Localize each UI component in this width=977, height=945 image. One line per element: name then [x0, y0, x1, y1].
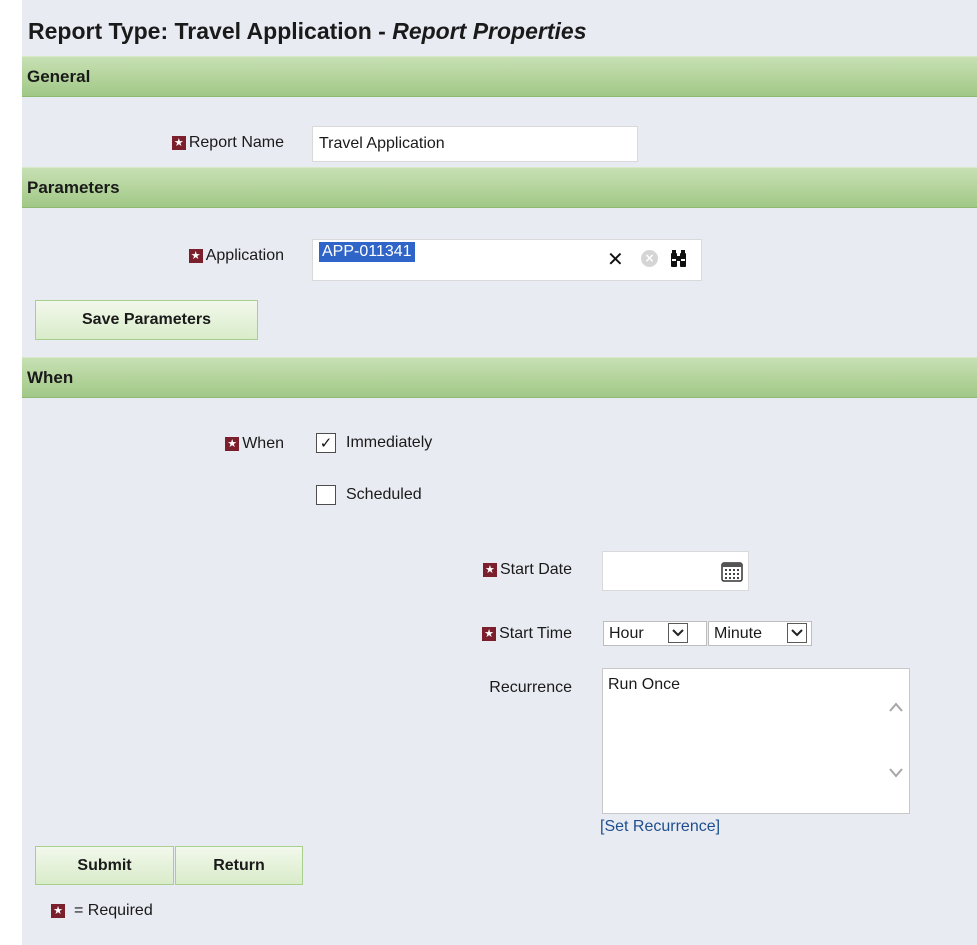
- recurrence-label-text: Recurrence: [489, 679, 572, 696]
- required-star-icon: [482, 627, 497, 641]
- report-name-label-text: Report Name: [188, 134, 284, 151]
- required-star-icon: [482, 563, 497, 577]
- section-header-general: General: [22, 56, 977, 97]
- chevron-down-icon: [668, 623, 688, 643]
- application-label-text: Application: [205, 247, 284, 264]
- immediately-label: Immediately: [346, 434, 433, 451]
- scroll-up-icon[interactable]: [888, 701, 904, 713]
- start-time-label-text: Start Time: [499, 625, 572, 642]
- submit-button[interactable]: Submit: [35, 846, 174, 885]
- recurrence-value: Run Once: [608, 676, 681, 693]
- clear-circle-icon[interactable]: ×: [641, 250, 658, 267]
- report-name-label: Report Name: [132, 132, 284, 154]
- application-value: APP-011341: [319, 242, 415, 262]
- scheduled-checkbox[interactable]: [316, 485, 336, 505]
- return-button[interactable]: Return: [175, 846, 303, 885]
- calendar-icon[interactable]: [721, 561, 743, 582]
- immediately-checkbox[interactable]: ✓: [316, 433, 336, 453]
- page-title-text: Report Type: Travel Application -: [28, 18, 393, 44]
- binoculars-icon[interactable]: [670, 250, 687, 268]
- section-header-when: When: [22, 357, 977, 398]
- report-name-input[interactable]: Travel Application: [312, 126, 638, 162]
- scroll-down-icon[interactable]: [888, 767, 904, 779]
- required-star-icon: [188, 249, 203, 263]
- required-legend-text: = Required: [74, 902, 153, 919]
- when-label: When: [172, 433, 284, 455]
- application-label: Application: [132, 245, 284, 267]
- when-label-text: When: [242, 435, 284, 452]
- report-properties-page: Report Type: Travel Application - Report…: [22, 0, 977, 945]
- start-date-label: Start Date: [442, 559, 572, 581]
- start-date-input[interactable]: [602, 551, 749, 591]
- save-parameters-button[interactable]: Save Parameters: [35, 300, 258, 340]
- minute-select-value: Minute: [714, 624, 763, 642]
- section-header-parameters: Parameters: [22, 167, 977, 208]
- recurrence-label: Recurrence: [442, 677, 572, 699]
- set-recurrence-link[interactable]: [Set Recurrence]: [600, 818, 720, 836]
- scheduled-label: Scheduled: [346, 486, 422, 503]
- start-date-label-text: Start Date: [499, 561, 572, 578]
- recurrence-textarea[interactable]: Run Once: [602, 668, 910, 814]
- required-star-icon: [171, 136, 186, 150]
- hour-select-value: Hour: [609, 624, 644, 642]
- application-lookup-input[interactable]: APP-011341 ✕ ×: [312, 239, 702, 281]
- close-icon[interactable]: ✕: [607, 249, 624, 269]
- minute-select[interactable]: Minute: [708, 621, 812, 646]
- page-title-italic: Report Properties: [392, 18, 587, 44]
- required-star-icon: [225, 437, 240, 451]
- hour-select[interactable]: Hour: [603, 621, 707, 646]
- chevron-down-icon: [787, 623, 807, 643]
- start-time-label: Start Time: [442, 623, 572, 645]
- required-star-icon: [51, 904, 65, 918]
- required-legend: = Required: [51, 902, 153, 920]
- page-title: Report Type: Travel Application - Report…: [28, 18, 586, 52]
